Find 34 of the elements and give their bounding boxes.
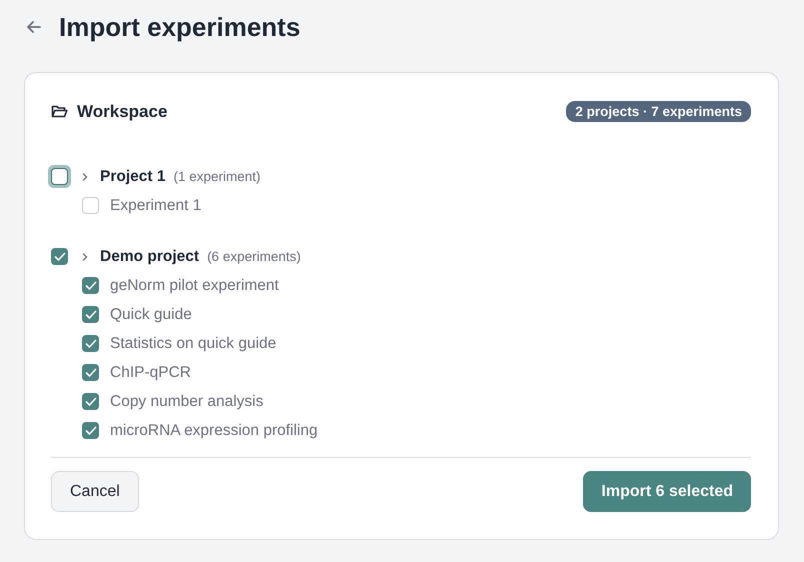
back-arrow-icon[interactable] — [25, 18, 43, 36]
experiment-name: ChIP-qPCR — [110, 364, 191, 382]
experiment-count: (6 experiments) — [207, 249, 301, 264]
checkbox[interactable] — [82, 306, 99, 323]
check-icon — [84, 396, 96, 406]
experiment-name: Copy number analysis — [110, 392, 264, 410]
experiment-name: Quick guide — [110, 306, 192, 324]
folder-icon — [51, 104, 68, 119]
experiment-count: (1 experiment) — [173, 169, 261, 184]
checkbox[interactable] — [82, 364, 99, 381]
experiment-name: Experiment 1 — [110, 196, 202, 214]
project-name: Demo project — [100, 248, 200, 266]
check-icon — [84, 426, 96, 436]
workspace-title: Workspace — [77, 102, 168, 122]
chevron-icon[interactable] — [81, 172, 89, 182]
checkbox[interactable] — [82, 277, 99, 294]
experiment-name: microRNA expression profiling — [110, 422, 318, 440]
chevron-icon[interactable] — [81, 252, 89, 262]
check-icon — [54, 252, 66, 262]
check-icon — [84, 280, 96, 290]
page-title: Import experiments — [59, 12, 300, 42]
project-name: Project 1 — [100, 168, 166, 186]
experiment-name: geNorm pilot experiment — [110, 276, 279, 294]
check-icon — [84, 310, 96, 320]
experiment-name: Statistics on quick guide — [110, 334, 276, 352]
checkbox[interactable] — [82, 393, 99, 410]
checkbox[interactable] — [82, 422, 99, 439]
check-icon — [84, 338, 96, 348]
check-icon — [84, 368, 96, 378]
checkbox[interactable] — [82, 335, 99, 352]
checkbox[interactable] — [51, 248, 68, 265]
count-badge: 2 projects · 7 experiments — [566, 101, 751, 122]
cancel-button[interactable]: Cancel — [51, 471, 139, 512]
import-button[interactable]: Import 6 selected — [583, 471, 751, 512]
